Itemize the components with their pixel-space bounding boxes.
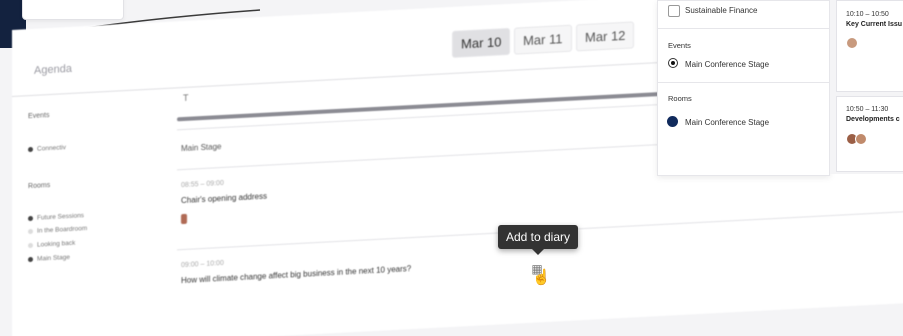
search-field[interactable]: T <box>183 93 189 103</box>
room-dot <box>28 215 33 222</box>
day-tab-mar-11[interactable]: Mar 11 <box>514 24 572 55</box>
session-time: 08:55 – 09:00 <box>181 179 224 190</box>
hand-pointer-icon: ☝ <box>532 269 551 286</box>
room-item-label: Main Stage <box>37 253 70 263</box>
room-item-label: Looking back <box>37 239 76 249</box>
rooms-option-label: Main Conference Stage <box>685 118 770 127</box>
speaker-avatar <box>846 37 858 49</box>
session-title: Chair's opening address <box>181 191 268 206</box>
room-dot <box>28 242 33 249</box>
room-item-main-stage[interactable]: Main Stage <box>28 254 70 263</box>
sustainable-finance-checkbox[interactable] <box>668 5 680 17</box>
events-heading: Events <box>668 41 691 50</box>
add-to-diary-tooltip: Add to diary <box>498 225 578 255</box>
room-item-looking-back[interactable]: Looking back <box>28 240 75 249</box>
agenda-title: Agenda <box>34 62 72 77</box>
speaker-avatar <box>855 133 867 145</box>
room-item-label: Future Sessions <box>37 212 84 222</box>
room-dot <box>28 228 33 235</box>
room-item-future[interactable]: Future Sessions <box>28 212 84 222</box>
card-time: 10:10 – 10:50 <box>846 11 889 18</box>
events-option-label: Main Conference Stage <box>685 60 770 69</box>
event-item[interactable]: Connectiv <box>28 144 66 153</box>
stage-label: Main Stage <box>181 142 222 154</box>
day-tab-mar-10[interactable]: Mar 10 <box>452 27 511 58</box>
rooms-heading: Rooms <box>668 94 692 103</box>
events-label: Events <box>28 112 50 121</box>
filter-panel: Sustainable Finance Events Main Conferen… <box>657 0 830 176</box>
speaker-avatar <box>181 213 187 225</box>
session-card[interactable]: 10:10 – 10:50 Key Current Issu <box>836 0 903 92</box>
session-card[interactable]: 10:50 – 11:30 Developments c <box>836 96 903 172</box>
event-item-label: Connectiv <box>37 144 66 153</box>
card-time: 10:50 – 11:30 <box>846 106 889 113</box>
room-color-dot[interactable] <box>667 116 678 127</box>
separator <box>658 82 829 83</box>
card-title: Developments c <box>846 116 900 123</box>
room-item-boardroom[interactable]: In the Boardroom <box>28 225 87 235</box>
card-title: Key Current Issu <box>846 21 903 28</box>
radio-dot <box>28 146 33 153</box>
room-item-label: In the Boardroom <box>37 225 88 235</box>
separator <box>658 28 829 29</box>
session-time: 09:00 – 10:00 <box>181 259 224 270</box>
checkbox-label: Sustainable Finance <box>685 6 758 15</box>
room-dot <box>28 256 33 263</box>
day-tab-mar-12[interactable]: Mar 12 <box>576 21 635 52</box>
events-radio[interactable] <box>668 58 678 68</box>
rooms-label: Rooms <box>28 181 51 191</box>
